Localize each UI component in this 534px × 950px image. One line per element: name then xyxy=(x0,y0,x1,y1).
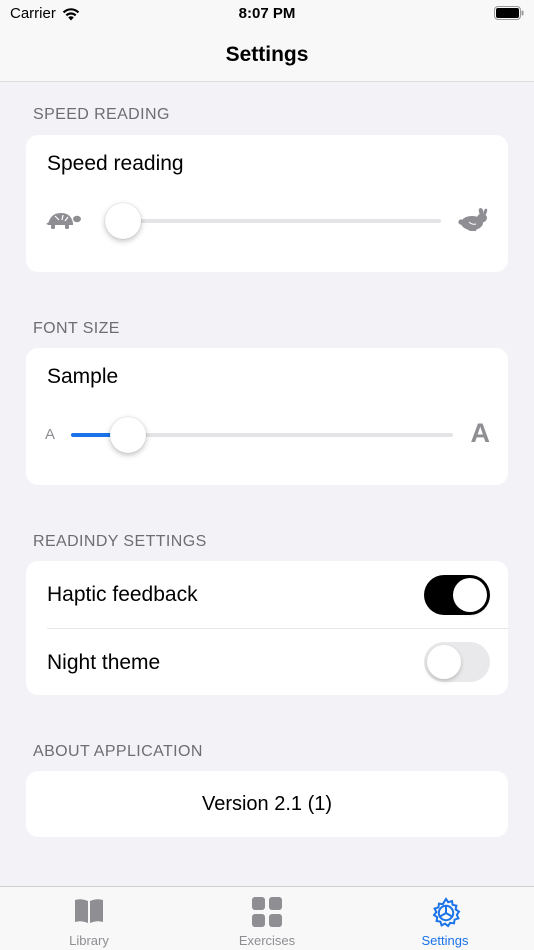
readindy-settings-header: READINDY SETTINGS xyxy=(33,533,207,550)
settings-gear-icon xyxy=(432,897,461,928)
speed-reading-label: Speed reading xyxy=(47,152,184,175)
speed-reading-track xyxy=(115,219,441,223)
turtle-icon xyxy=(46,213,81,229)
tab-settings-label: Settings xyxy=(421,933,469,948)
rabbit-icon xyxy=(458,208,488,231)
tab-exercises[interactable]: Exercises xyxy=(178,887,356,950)
readindy-settings-card: Haptic feedback Night theme xyxy=(26,561,508,695)
tab-settings[interactable]: Settings xyxy=(356,887,534,950)
speed-reading-slider-thumb[interactable] xyxy=(105,203,141,239)
page-title: Settings xyxy=(225,42,309,66)
speed-reading-header: SPEED READING xyxy=(33,106,170,123)
night-theme-label: Night theme xyxy=(47,651,161,674)
toggle-knob xyxy=(453,578,487,612)
font-size-header: FONT SIZE xyxy=(33,320,120,337)
night-theme-toggle[interactable] xyxy=(424,642,490,682)
toggle-knob xyxy=(427,645,461,679)
book-icon xyxy=(75,899,103,923)
haptic-feedback-toggle[interactable] xyxy=(424,575,490,615)
about-application-header: ABOUT APPLICATION xyxy=(33,743,203,760)
about-application-card: Version 2.1 (1) xyxy=(26,771,508,837)
row-divider xyxy=(47,628,508,629)
status-bar: Carrier 8:07 PM xyxy=(0,0,534,28)
large-font-glyph: A xyxy=(470,418,491,448)
clock: 8:07 PM xyxy=(238,5,296,22)
haptic-feedback-label: Haptic feedback xyxy=(47,583,198,606)
tab-exercises-label: Exercises xyxy=(238,933,296,948)
font-size-slider-thumb[interactable] xyxy=(110,417,147,453)
battery-icon xyxy=(494,6,524,20)
tab-library-label: Library xyxy=(69,933,109,948)
speed-reading-card: Speed reading xyxy=(26,135,508,272)
tab-bar: Library Exercises Settings xyxy=(0,886,534,950)
grid-icon xyxy=(252,897,282,927)
version-label: Version 2.1 (1) xyxy=(201,793,333,815)
font-size-card: Sample A A xyxy=(26,348,508,485)
navigation-bar: Settings xyxy=(0,28,534,82)
font-size-sample-label: Sample xyxy=(47,365,119,388)
tab-library[interactable]: Library xyxy=(0,887,178,950)
small-font-glyph: A xyxy=(45,426,56,443)
